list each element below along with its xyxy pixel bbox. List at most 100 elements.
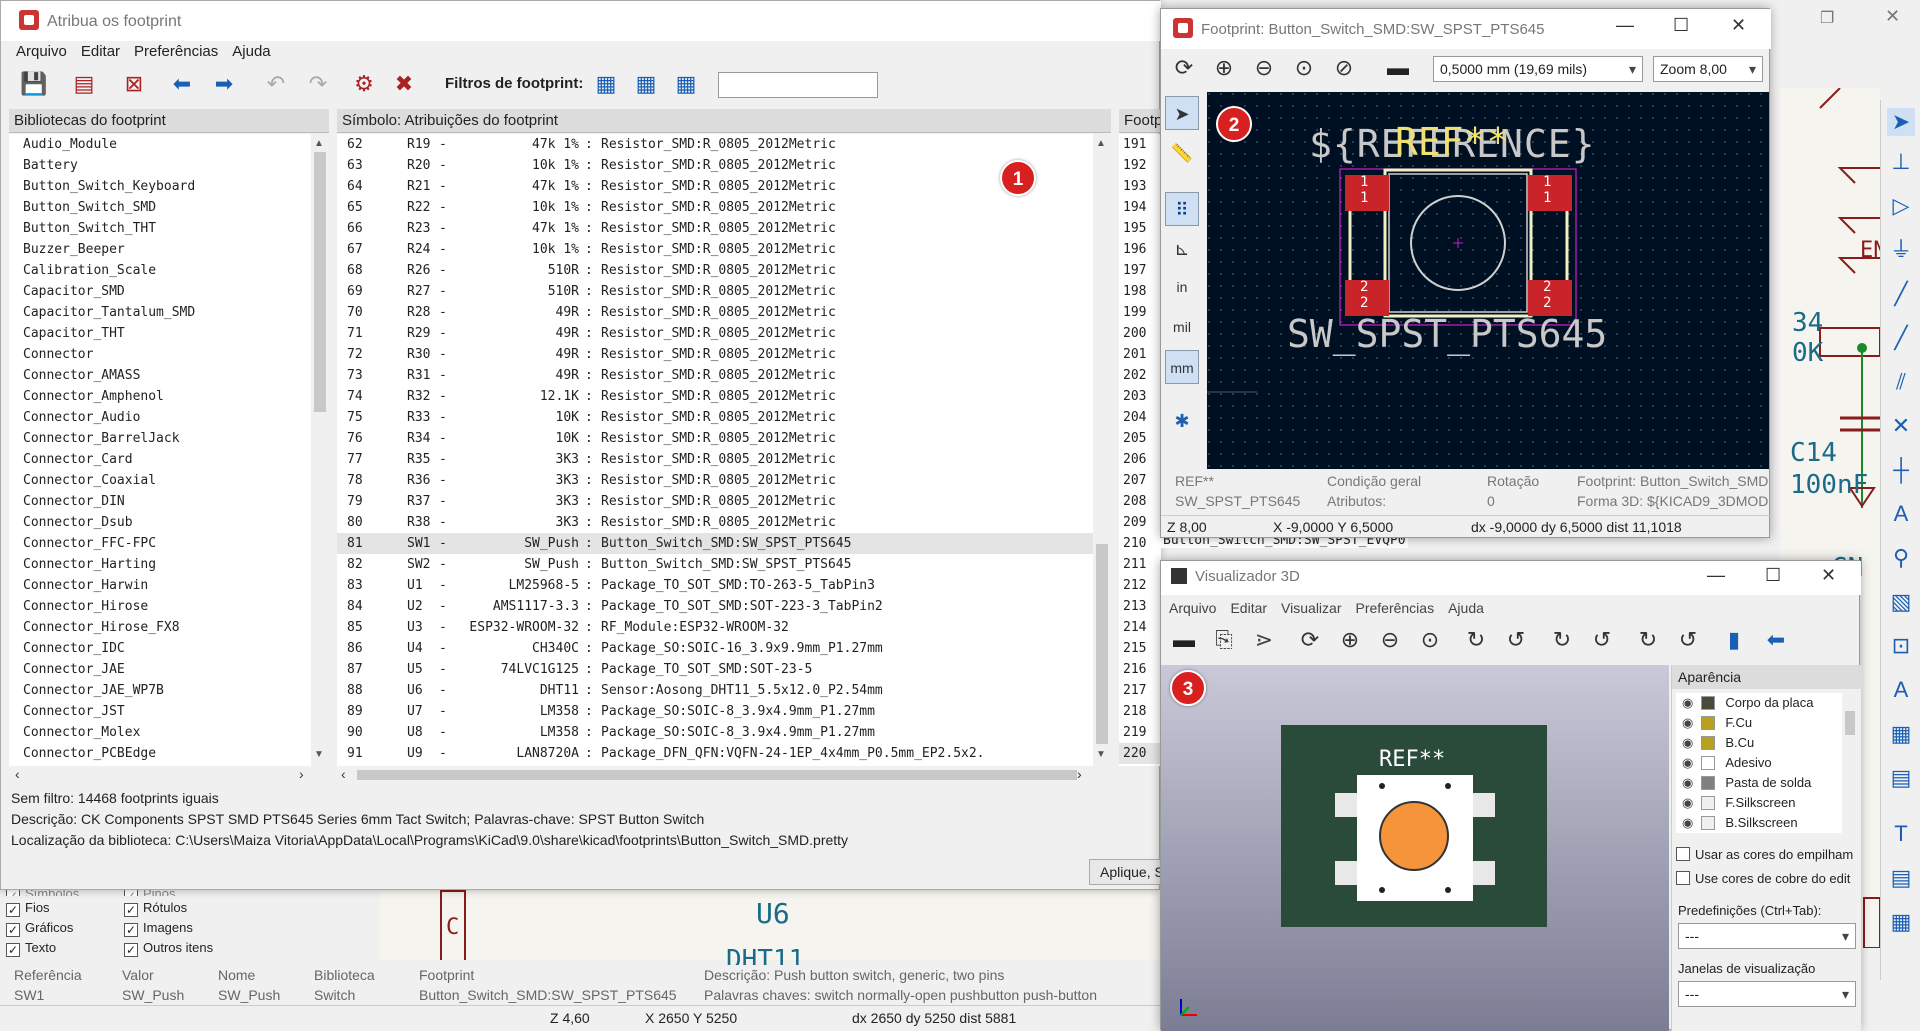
layer-list[interactable]: ◉ Corpo da placa ◉ F.Cu ◉ B.Cu ◉ Adesivo ◉ Pasta … (1676, 693, 1858, 833)
library-item[interactable]: Connector_Harting (9, 554, 329, 575)
footprint-list-item[interactable]: 198 (1119, 281, 1161, 302)
visibility-eye-icon[interactable]: ◉ (1682, 775, 1693, 790)
option-use-stackup-colors[interactable]: Usar as cores do empilham (1676, 847, 1862, 862)
maximize-icon[interactable]: ☐ (1673, 15, 1689, 36)
footprint-canvas[interactable]: ${REFERENCE} REF** SW_SPST_PTS645 11 11 … (1207, 92, 1769, 469)
units-mil-button[interactable]: mil (1165, 310, 1199, 344)
save-icon[interactable]: 💾 (17, 67, 51, 101)
rotate-y-cw-icon[interactable]: ↻ (1545, 623, 1579, 657)
grid-toggle-icon[interactable]: ⠿ (1165, 192, 1199, 226)
symbol-assignment-row[interactable]: 68 R26-510R: Resistor_SMD:R_0805_2012Metri… (337, 260, 1093, 281)
footprint-list-item[interactable]: 212 (1119, 575, 1161, 596)
footprint-list-item[interactable]: 209 (1119, 512, 1161, 533)
zoom-selection-icon[interactable]: ⊘ (1327, 51, 1361, 85)
layer-color-swatch[interactable] (1701, 796, 1716, 810)
cursor-shape-icon[interactable]: ✱ (1165, 404, 1199, 438)
library-item[interactable]: Audio_Module (9, 134, 329, 155)
polar-coords-icon[interactable]: ⊾ (1165, 232, 1199, 266)
v3d-menu-editar[interactable]: Editar (1230, 600, 1267, 616)
raytrace-icon[interactable]: ⋗ (1247, 623, 1281, 657)
export-image-icon[interactable]: ▬ (1167, 623, 1201, 657)
library-item[interactable]: Capacitor_SMD (9, 281, 329, 302)
symbol-assignment-row[interactable]: 91 U9- LAN8720A: Package_DFN_QFN:VQFN-24-1E… (337, 743, 1093, 764)
symbol-assignments-list[interactable]: 62 R19-47k 1%: Resistor_SMD:R_0805_2012Met… (337, 134, 1093, 766)
rotate-y-ccw-icon[interactable]: ↺ (1585, 623, 1619, 657)
footprint-list-item[interactable]: 194 (1119, 197, 1161, 218)
visibility-eye-icon[interactable]: ◉ (1682, 815, 1693, 830)
symbol-assignment-row[interactable]: 84 U2- AMS1117-3.3: Package_TO_SOT_SMD:SOT-… (337, 596, 1093, 617)
libraries-list[interactable]: Audio_Module Battery Button_Switch_Keyboar… (9, 134, 329, 766)
footprint-list-item[interactable]: 207 (1119, 470, 1161, 491)
close-icon[interactable]: ✕ (1731, 15, 1746, 36)
filter-by-pin-count-icon[interactable]: ▦ (629, 67, 663, 101)
v3d-zoom-in-icon[interactable]: ⊕ (1333, 623, 1367, 657)
layer-color-swatch[interactable] (1701, 816, 1716, 830)
library-item[interactable]: Connector_Dsub (9, 512, 329, 533)
symbol-assignment-row[interactable]: 86 U4- CH340C: Package_SO:SOIC-16_3.9x9.9mm… (337, 638, 1093, 659)
symbol-assignment-row[interactable]: 76 R34-10K: Resistor_SMD:R_0805_2012Metric (337, 428, 1093, 449)
library-item[interactable]: Button_Switch_Keyboard (9, 176, 329, 197)
symbol-assignment-row[interactable]: 64 R21-47k 1%: Resistor_SMD:R_0805_2012Met… (337, 176, 1093, 197)
filter-text-input[interactable] (718, 72, 878, 98)
flip-board-icon[interactable]: ▮ (1717, 623, 1751, 657)
restore-icon[interactable]: ❐ (1820, 8, 1834, 28)
v3d-zoom-out-icon[interactable]: ⊖ (1373, 623, 1407, 657)
menu-editar[interactable]: Editar (81, 43, 120, 60)
refresh-icon[interactable]: ⟳ (1167, 51, 1201, 85)
viewports-select[interactable]: --- (1678, 981, 1856, 1007)
library-item[interactable]: Button_Switch_SMD (9, 197, 329, 218)
redo-icon[interactable]: ↷ (301, 67, 335, 101)
symbol-assignment-row[interactable]: 63 R20-10k 1%: Resistor_SMD:R_0805_2012Met… (337, 155, 1093, 176)
v3d-menu-visualizar[interactable]: Visualizar (1281, 600, 1341, 616)
zoom-fit-icon[interactable]: ⊙ (1287, 51, 1321, 85)
no-connect-icon[interactable]: ✕ (1887, 412, 1915, 440)
library-item[interactable]: Connector_PCBEdge (9, 743, 329, 764)
layer-row[interactable]: ◉ Pasta de solda (1676, 773, 1858, 793)
symbol-assignment-row[interactable]: 71 R29-49R: Resistor_SMD:R_0805_2012Metric (337, 323, 1093, 344)
option-use-copper-colors[interactable]: Use cores de cobre do edit (1676, 871, 1862, 886)
symbol-assignment-row[interactable]: 80 R38-3K3: Resistor_SMD:R_0805_2012Metric (337, 512, 1093, 533)
layer-row[interactable]: ◉ Adesivo (1676, 753, 1858, 773)
v3d-zoom-fit-icon[interactable]: ⊙ (1413, 623, 1447, 657)
junction-icon[interactable]: ┼ (1887, 456, 1915, 484)
rotate-x-cw-icon[interactable]: ↻ (1459, 623, 1493, 657)
footprint-list-item[interactable]: 199 (1119, 302, 1161, 323)
footprint-list-item[interactable]: 206 (1119, 449, 1161, 470)
footprint-list-item[interactable]: 191 (1119, 134, 1161, 155)
symbol-assignment-row[interactable]: 74 R32-12.1K: Resistor_SMD:R_0805_2012Metr… (337, 386, 1093, 407)
symbol-assignment-row[interactable]: 81 SW1- SW_Push: Button_Switch_SMD:SW_SPST_… (337, 533, 1093, 554)
footprint-list-item[interactable]: 192 (1119, 155, 1161, 176)
menu-preferencias[interactable]: Preferências (134, 43, 218, 60)
select-tool-icon[interactable]: ➤ (1887, 108, 1915, 136)
symbol-assignment-row[interactable]: 66 R23-47k 1%: Resistor_SMD:R_0805_2012Met… (337, 218, 1093, 239)
v3d-refresh-icon[interactable]: ⟳ (1293, 623, 1327, 657)
filter-by-library-icon[interactable]: ▦ (669, 67, 703, 101)
add-power-icon[interactable]: ⏚ (1887, 236, 1915, 264)
add-textbox-icon[interactable]: T (1887, 820, 1915, 848)
rotate-z-ccw-icon[interactable]: ↺ (1671, 623, 1705, 657)
select-tool-icon[interactable]: ➤ (1165, 96, 1199, 130)
libraries-hscroll[interactable]: ‹ › (9, 766, 329, 784)
layer-color-swatch[interactable] (1701, 696, 1716, 710)
zoom-in-icon[interactable]: ⊕ (1207, 51, 1241, 85)
footprint-list-item[interactable]: 218 (1119, 701, 1161, 722)
apply-save-button[interactable]: Aplique, S (1089, 859, 1169, 885)
library-item[interactable]: Connector (9, 344, 329, 365)
next-icon[interactable]: ➡ (207, 67, 241, 101)
add-wire-icon[interactable]: ╱ (1887, 280, 1915, 308)
copy-image-icon[interactable]: ⎘ (1207, 623, 1241, 657)
delete-all-assignments-icon[interactable]: ✖ (387, 67, 421, 101)
units-in-button[interactable]: in (1165, 270, 1199, 304)
visibility-eye-icon[interactable]: ◉ (1682, 795, 1693, 810)
library-item[interactable]: Connector_Amphenol (9, 386, 329, 407)
symbol-assignment-row[interactable]: 89 U7- LM358: Package_SO:SOIC-8_3.9x4.9mm_P… (337, 701, 1093, 722)
layer-row[interactable]: ◉ Corpo da placa (1676, 693, 1858, 713)
visibility-eye-icon[interactable]: ◉ (1682, 715, 1693, 730)
zoom-select[interactable]: Zoom 8,00 (1653, 56, 1763, 82)
menu-ajuda[interactable]: Ajuda (232, 43, 270, 60)
undo-icon[interactable]: ↶ (259, 67, 293, 101)
check-graficos[interactable]: ✓ Gráficos (6, 918, 124, 938)
library-item[interactable]: Connector_AMASS (9, 365, 329, 386)
library-item[interactable]: Connector_Hirose (9, 596, 329, 617)
footprint-list-item[interactable]: 203 (1119, 386, 1161, 407)
